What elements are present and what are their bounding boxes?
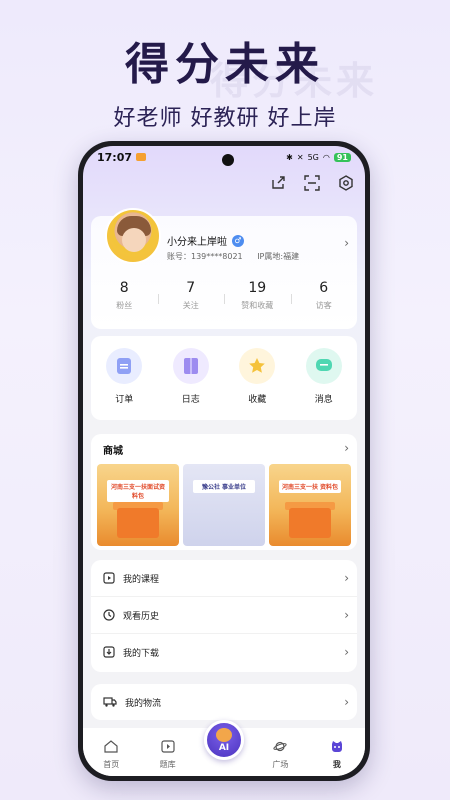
chevron-right-icon: ›: [344, 608, 349, 622]
chevron-right-icon: ›: [344, 695, 349, 709]
ai-label: AI: [218, 743, 230, 753]
favorites-button[interactable]: 收藏: [224, 348, 291, 420]
profile-username-row: 小分来上岸啦 ♂: [167, 233, 244, 248]
settings-icon[interactable]: [337, 174, 355, 192]
profile-stats: 8 粉丝 7 关注 19 赞和收藏 6 访客: [91, 280, 357, 311]
tab-home[interactable]: 首页: [83, 728, 139, 776]
shop-item-interview-pack[interactable]: 河南三支一扶面试资料包: [97, 464, 179, 546]
chevron-right-icon: ›: [344, 645, 349, 659]
tab-label: 首页: [103, 760, 120, 769]
stat-fans[interactable]: 8 粉丝: [91, 280, 158, 311]
scan-icon[interactable]: [303, 174, 321, 192]
stat-label: 关注: [182, 301, 199, 310]
shop-item-tag: 豫公社 事业单位: [193, 480, 255, 493]
tab-label: 题库: [159, 760, 176, 769]
phone-frame: 17:07 ✱ ✕ 5G ◠ 91 小分来上岸啦 ♂ 账号：139****802…: [78, 141, 370, 781]
message-icon: [305, 348, 342, 384]
username: 小分来上岸啦: [167, 237, 227, 248]
truck-icon: [103, 693, 117, 712]
top-actions: [269, 174, 355, 192]
stat-label: 访客: [315, 301, 332, 310]
star-icon: [239, 348, 276, 384]
home-icon: [104, 738, 118, 757]
notification-app-icon: [136, 153, 147, 161]
camera-cutout: [222, 154, 234, 166]
orders-label: 订单: [115, 395, 134, 405]
share-icon[interactable]: [269, 174, 287, 192]
chevron-right-icon[interactable]: ›: [344, 236, 349, 250]
menu-card: 我的课程 › 观看历史 › 我的下载 ›: [91, 560, 357, 672]
stat-label: 粉丝: [116, 301, 133, 310]
menu-item-my-downloads[interactable]: 我的下载 ›: [91, 634, 357, 671]
signal-label: 5G: [307, 152, 319, 162]
stat-visitors[interactable]: 6 访客: [290, 280, 358, 311]
profile-card[interactable]: 小分来上岸啦 ♂ 账号：139****8021 IP属地:福建 › 8 粉丝 7…: [91, 208, 357, 329]
logistics-card: 我的物流 ›: [91, 684, 357, 720]
journal-icon: [172, 348, 209, 384]
bluetooth-icon: ✱: [286, 152, 293, 162]
menu-item-my-logistics[interactable]: 我的物流 ›: [91, 684, 357, 720]
stat-following[interactable]: 7 关注: [157, 280, 225, 311]
mascot-icon: [330, 738, 344, 757]
promo-subline: 好老师 好教研 好上岸: [113, 106, 337, 131]
menu-item-watch-history[interactable]: 观看历史 ›: [91, 597, 357, 634]
shop-item-material-pack[interactable]: 河南三支一扶 资料包: [269, 464, 351, 546]
stat-likes[interactable]: 19 赞和收藏: [224, 280, 291, 311]
shop-item-public-institution[interactable]: 豫公社 事业单位: [183, 464, 265, 546]
shop-card: 商城 › 河南三支一扶面试资料包 豫公社 事业单位 河南三支一扶 资料包: [91, 434, 357, 550]
shop-title: 商城: [103, 446, 123, 457]
menu-item-label: 我的物流: [125, 698, 162, 709]
tab-label: 广场: [272, 760, 289, 769]
stat-value: 19: [248, 280, 267, 296]
messages-button[interactable]: 消息: [291, 348, 358, 420]
app-screen: 17:07 ✱ ✕ 5G ◠ 91 小分来上岸啦 ♂ 账号：139****802…: [83, 146, 365, 776]
tab-label: 我: [332, 760, 341, 769]
menu-item-label: 我的下载: [123, 649, 160, 659]
tab-me[interactable]: 我: [309, 728, 365, 776]
clock-icon: [103, 606, 115, 625]
menu-item-label: 我的课程: [123, 574, 160, 585]
account-number: 账号：139****8021: [167, 252, 243, 261]
play-icon: [103, 569, 115, 588]
promo-headline: 得分未来: [125, 39, 325, 90]
mascot-face-icon: [216, 728, 232, 742]
ip-location: IP属地:福建: [257, 252, 300, 261]
status-indicators: ✱ ✕ 5G ◠ 91: [286, 152, 351, 162]
wifi-icon: ◠: [322, 152, 330, 162]
journal-label: 日志: [181, 395, 200, 405]
chevron-right-icon: ›: [344, 571, 349, 585]
question-bank-icon: [161, 738, 175, 757]
stat-label: 赞和收藏: [241, 301, 274, 310]
status-time: 17:07: [97, 150, 133, 164]
orders-icon: [106, 348, 143, 384]
account-info: 账号：139****8021 IP属地:福建: [167, 251, 299, 262]
journal-button[interactable]: 日志: [158, 348, 225, 420]
quick-actions-card: 订单 日志 收藏 消息: [91, 336, 357, 420]
favorites-label: 收藏: [248, 395, 267, 405]
chevron-right-icon[interactable]: ›: [344, 441, 349, 455]
ai-assistant-button[interactable]: AI: [204, 720, 244, 760]
menu-item-my-courses[interactable]: 我的课程 ›: [91, 560, 357, 597]
shop-item-tag: 河南三支一扶面试资料包: [107, 480, 169, 502]
shop-item-tag: 河南三支一扶 资料包: [279, 480, 341, 493]
messages-label: 消息: [314, 395, 333, 405]
stat-value: 8: [119, 280, 129, 296]
menu-item-label: 观看历史: [123, 611, 160, 622]
stat-value: 6: [319, 280, 329, 296]
battery-indicator: 91: [333, 152, 351, 162]
download-icon: [103, 643, 115, 662]
orders-button[interactable]: 订单: [91, 348, 158, 420]
planet-icon: [273, 738, 288, 757]
tab-plaza[interactable]: 广场: [252, 728, 308, 776]
avatar[interactable]: [105, 208, 161, 264]
tab-question-bank[interactable]: 题库: [139, 728, 195, 776]
male-gender-icon: ♂: [232, 234, 244, 247]
stat-value: 7: [186, 280, 196, 296]
mute-icon: ✕: [296, 152, 304, 162]
